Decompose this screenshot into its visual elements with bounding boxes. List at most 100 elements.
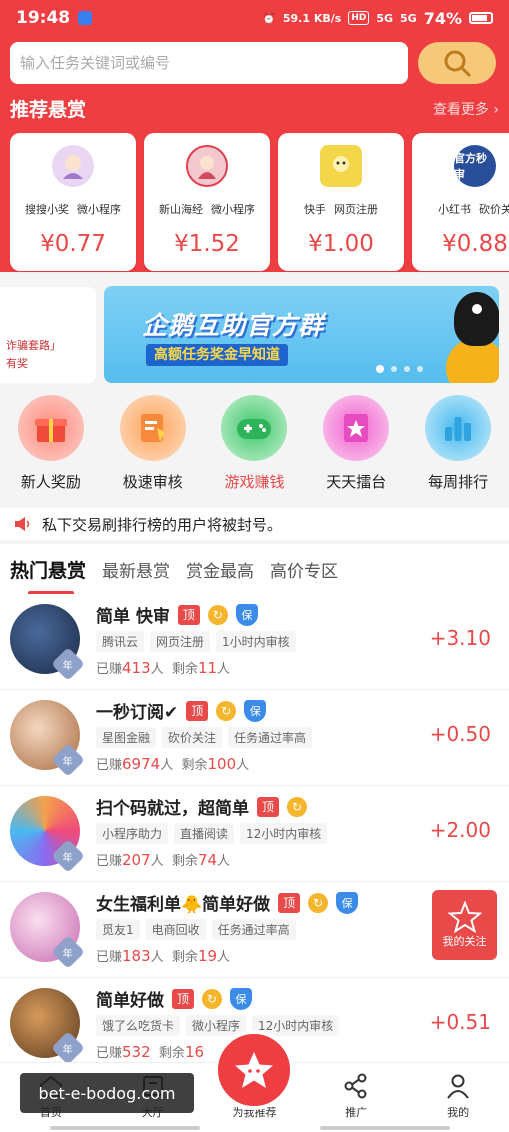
recommend-card[interactable]: 快手 网页注册 ¥1.00 — [278, 133, 404, 271]
task-stats: 已赚207人 剩余74人 — [96, 851, 231, 869]
star-icon — [235, 1052, 273, 1088]
nav-mine[interactable]: 我的 — [407, 1063, 509, 1132]
quick-action-fast-review[interactable]: 极速审核 — [102, 395, 204, 500]
task-reward: +0.50 — [429, 722, 491, 746]
task-list: 年 简单 快审 顶 ↻ 保 腾讯云 网页注册 1小时内审核 已赚413人 剩余1… — [0, 594, 509, 1074]
recommend-header: 推荐悬赏 查看更多 › — [10, 95, 499, 122]
task-reward: +3.10 — [429, 626, 491, 650]
tab-hot[interactable]: 热门悬赏 — [10, 556, 86, 595]
banner-previous[interactable]: 诈骗套路」 有奖 — [0, 287, 96, 383]
quick-action-label: 游戏赚钱 — [224, 473, 285, 491]
banner-previous-text: 有奖 — [6, 357, 28, 370]
official-approval-icon: 官方秒审 — [454, 145, 496, 187]
search-input[interactable] — [20, 54, 398, 72]
quick-action-game-earn[interactable]: 游戏赚钱 — [204, 395, 306, 500]
see-more-link[interactable]: 查看更多 › — [433, 99, 499, 119]
quick-action-label: 新人奖励 — [20, 473, 81, 491]
recommend-card[interactable]: 官方秒审 小红书 砍价关 ¥0.88 — [412, 133, 509, 271]
quick-action-weekly-rank[interactable]: 每周排行 — [407, 395, 509, 500]
nav-label: 推广 — [345, 1106, 368, 1119]
task-title: 简单好做 — [96, 991, 164, 1011]
shield-icon: 保 — [336, 891, 359, 914]
clock: 19:48 — [16, 8, 71, 28]
task-tag: 砍价关注 — [162, 727, 223, 748]
watermark: bet-e-bodog.com — [20, 1073, 194, 1113]
task-tag: 12小时内审核 — [240, 823, 328, 844]
banner-title: 企鹅互助官方群 — [142, 311, 325, 340]
hd-icon: HD — [348, 11, 370, 25]
task-title: 扫个码就过，超简单 — [96, 799, 249, 819]
tab-high-price[interactable]: 高价专区 — [270, 557, 338, 582]
nav-promote[interactable]: 推广 — [305, 1063, 407, 1132]
card-tag: 新山海经 — [159, 203, 203, 216]
task-tag: 电商回收 — [145, 919, 206, 940]
quick-actions: 新人奖励 极速审核 游戏赚钱 天天擂台 每周排行 — [0, 395, 509, 500]
tab-highest-reward[interactable]: 赏金最高 — [186, 557, 254, 582]
quick-action-label: 极速审核 — [122, 473, 183, 491]
card-tag: 网页注册 — [334, 203, 378, 216]
task-row[interactable]: 年 一秒订阅✔ 顶 ↻ 保 星图金融 砍价关注 任务通过率高 已赚6974人 剩… — [0, 690, 509, 786]
arena-icon — [323, 395, 390, 461]
carousel-dots — [376, 365, 423, 373]
notice-bar[interactable]: 私下交易刷排行榜的用户将被封号。 — [0, 508, 509, 540]
card-tag: 微小程序 — [211, 203, 255, 216]
gamepad-icon — [221, 395, 288, 461]
speaker-icon — [15, 517, 30, 531]
search-bar[interactable] — [10, 42, 408, 84]
recommend-card[interactable]: 新山海经 微小程序 ¥1.52 — [144, 133, 270, 271]
card-tag: 小红书 — [438, 203, 471, 216]
share-icon — [343, 1072, 369, 1100]
task-row[interactable]: 年 扫个码就过，超简单 顶 ↻ 小程序助力 直播阅读 12小时内审核 已赚207… — [0, 786, 509, 882]
pinned-badge: 顶 — [186, 700, 209, 721]
promo-banner[interactable]: 企鹅互助官方群 高额任务奖金早知道 — [104, 286, 499, 383]
task-tag: 腾讯云 — [96, 631, 145, 652]
card-price: ¥0.88 — [442, 231, 508, 257]
search-icon — [444, 50, 471, 77]
task-tag: 网页注册 — [150, 631, 211, 652]
task-reward: +0.51 — [429, 1010, 491, 1034]
task-reward: +2.00 — [429, 818, 491, 842]
notice-text: 私下交易刷排行榜的用户将被封号。 — [42, 515, 283, 534]
penguin-icon — [454, 292, 499, 346]
my-follows-button[interactable]: 我的关注 — [432, 890, 497, 960]
pinned-badge: 顶 — [278, 892, 301, 913]
signal-icon-1: 5G — [376, 11, 394, 25]
recommend-for-me-button[interactable] — [214, 1030, 294, 1110]
task-stats: 已赚532 剩余16 — [96, 1043, 205, 1061]
pinned-badge: 顶 — [172, 988, 194, 1009]
card-price: ¥1.00 — [308, 231, 374, 257]
search-button[interactable] — [418, 42, 496, 84]
tab-latest[interactable]: 最新悬赏 — [102, 557, 170, 582]
recommend-title: 推荐悬赏 — [10, 99, 87, 121]
recommend-card[interactable]: 搜搜小奖 微小程序 ¥0.77 — [10, 133, 136, 271]
task-stats: 已赚183人 剩余19人 — [96, 947, 231, 965]
task-tag: 1小时内审核 — [216, 631, 296, 652]
refresh-icon: ↻ — [207, 604, 228, 625]
card-price: ¥1.52 — [174, 231, 240, 257]
user-icon — [445, 1072, 471, 1100]
recommend-app-icon — [320, 145, 362, 187]
pinned-badge: 顶 — [177, 604, 200, 625]
quick-action-daily-arena[interactable]: 天天擂台 — [305, 395, 407, 500]
recommend-app-icon — [52, 145, 94, 187]
carousel-dot — [376, 365, 384, 373]
task-tag: 饿了么吃货卡 — [96, 1015, 181, 1036]
quick-action-new-user-reward[interactable]: 新人奖励 — [0, 395, 102, 500]
battery-icon — [469, 12, 493, 24]
refresh-icon: ↻ — [202, 988, 222, 1009]
carousel-dot — [417, 366, 423, 372]
net-speed: 59.1 KB/s — [282, 11, 342, 25]
shield-icon: 保 — [244, 699, 267, 722]
task-tag: 觅友1 — [96, 919, 140, 940]
task-tag: 任务通过率高 — [228, 727, 313, 748]
task-row[interactable]: 年 简单 快审 顶 ↻ 保 腾讯云 网页注册 1小时内审核 已赚413人 剩余1… — [0, 594, 509, 690]
app-notification-icon — [78, 11, 93, 25]
gesture-bar — [320, 1126, 450, 1130]
bar-chart-icon — [425, 395, 492, 461]
refresh-icon: ↻ — [308, 892, 329, 913]
banner-previous-text: 诈骗套路」 — [6, 339, 61, 352]
status-bar: 19:48 ⏰ 59.1 KB/s HD 5G 5G 74% — [0, 0, 509, 36]
quick-action-label: 天天擂台 — [326, 473, 387, 491]
my-follows-label: 我的关注 — [442, 935, 487, 948]
document-icon — [119, 395, 186, 461]
